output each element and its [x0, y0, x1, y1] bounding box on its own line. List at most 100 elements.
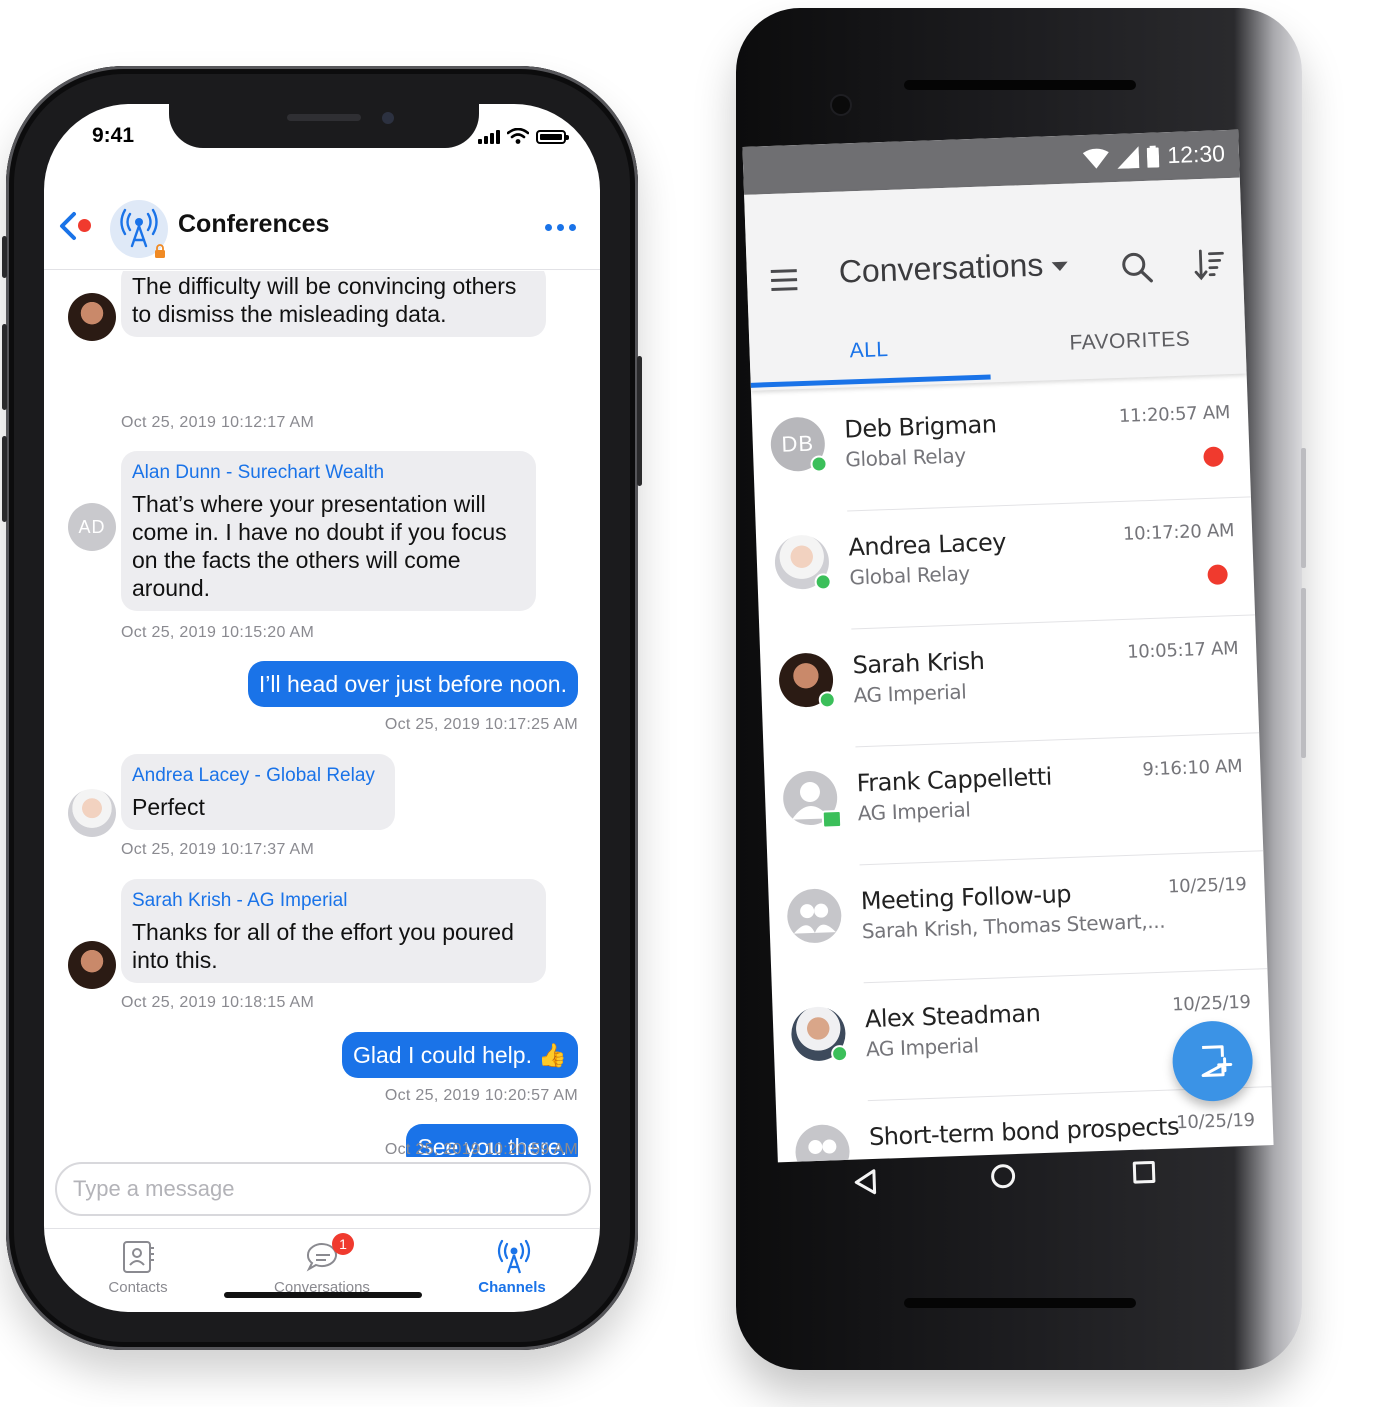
message-bubble-incoming[interactable]: Andrea Lacey - Global Relay Perfect: [121, 754, 395, 830]
sort-icon[interactable]: [1192, 248, 1225, 281]
compose-icon: [1201, 1045, 1233, 1077]
conversation-time: 11:20:57 AM: [1118, 402, 1231, 427]
message-sender: Sarah Krish - AG Imperial: [132, 890, 348, 911]
unread-badge: 1: [332, 1233, 354, 1255]
message-bubble-outgoing[interactable]: I’ll head over just before noon.: [247, 661, 578, 707]
cellular-signal-icon: [478, 130, 500, 144]
conversation-row[interactable]: DB Deb Brigman Global Relay 11:20:57 AM: [751, 380, 1251, 515]
status-icons: [478, 128, 569, 144]
tab-label: Channels: [478, 1279, 546, 1296]
conversation-time: 10:17:20 AM: [1122, 520, 1235, 545]
home-indicator[interactable]: [224, 1292, 422, 1298]
system-nav-bar: [760, 1135, 1258, 1228]
dropdown-caret-icon: [1051, 261, 1068, 272]
message-timestamp: Oct 25, 2019 10:18:15 AM: [121, 994, 315, 1011]
message-timestamp: Oct 25, 2019 10:20:59 AM: [384, 1141, 578, 1158]
bottom-speaker: [904, 1298, 1136, 1308]
group-placeholder-icon: [786, 887, 843, 944]
avatar: AD: [68, 503, 116, 551]
message-text: The difficulty will be convincing others…: [132, 273, 517, 327]
message-bubble-incoming[interactable]: Sarah Krish - AG Imperial Thanks for all…: [121, 879, 546, 983]
tab-contacts[interactable]: Contacts: [68, 1239, 208, 1296]
message-bubble-incoming[interactable]: Alan Dunn - Surechart Wealth That’s wher…: [121, 451, 536, 611]
contact-organization: AG Imperial: [865, 1033, 980, 1062]
avatar: [774, 534, 832, 591]
sms-status-icon: [821, 809, 843, 829]
front-camera: [382, 112, 394, 124]
avatar: DB: [769, 416, 828, 473]
message-timestamp: Oct 25, 2019 10:12:17 AM: [121, 414, 315, 431]
message-bubble-incoming[interactable]: The difficulty will be convincing others…: [121, 271, 546, 337]
status-time: 9:41: [92, 124, 135, 147]
online-status-indicator: [818, 691, 837, 709]
contact-name: Sarah Krish: [852, 646, 985, 680]
message-timestamp: Oct 25, 2019 10:17:25 AM: [384, 716, 578, 733]
android-screen: 12:30 Conversations ALL FAVORITES DB Deb…: [742, 129, 1274, 1163]
conversation-time: 10/25/19: [1167, 873, 1247, 898]
contacts-icon: [120, 1239, 156, 1275]
volume-up-button: [2, 324, 7, 410]
unread-dot: [1203, 446, 1224, 468]
message-bubble-outgoing[interactable]: Glad I could help. 👍: [341, 1032, 578, 1078]
conversations-icon: 1: [304, 1233, 354, 1275]
search-icon[interactable]: [1120, 251, 1153, 284]
back-triangle-icon[interactable]: [853, 1169, 878, 1196]
conversation-time: 10/25/19: [1171, 991, 1251, 1016]
avatar: [778, 652, 837, 709]
conversation-participants: Sarah Krish, Thomas Stewart,...: [861, 908, 1166, 944]
message-text: Perfect: [132, 794, 205, 820]
recents-square-icon[interactable]: [1132, 1160, 1156, 1184]
more-options-icon[interactable]: [545, 224, 576, 231]
conversation-row[interactable]: Frank Cappelletti AG Imperial 9:16:10 AM: [764, 733, 1264, 868]
status-icons: 12:30: [1083, 140, 1225, 172]
front-camera: [832, 96, 850, 114]
contact-organization: Global Relay: [849, 561, 971, 590]
avatar: [782, 770, 843, 829]
message-timestamp: Oct 25, 2019 10:17:37 AM: [121, 841, 315, 858]
status-time: 12:30: [1166, 140, 1226, 169]
hamburger-menu-icon[interactable]: [770, 269, 798, 297]
message-list[interactable]: The difficulty will be convincing others…: [44, 271, 600, 1157]
online-status-indicator: [814, 573, 832, 591]
unread-indicator: [78, 219, 91, 232]
earpiece: [287, 114, 361, 121]
screen-title[interactable]: Conversations: [838, 246, 1068, 291]
tab-channels[interactable]: Channels: [442, 1239, 582, 1296]
message-input[interactable]: Type a message: [55, 1162, 591, 1216]
tab-conversations[interactable]: 1 Conversations: [252, 1233, 392, 1296]
tab-all[interactable]: ALL: [849, 338, 889, 363]
lock-icon: [155, 244, 165, 258]
android-device: 12:30 Conversations ALL FAVORITES DB Deb…: [736, 8, 1306, 1370]
notch: [169, 104, 479, 148]
new-conversation-button[interactable]: [1171, 1019, 1254, 1103]
avatar: [68, 941, 116, 989]
conversation-row[interactable]: Andrea Lacey Global Relay 10:17:20 AM: [755, 497, 1256, 632]
power-button: [637, 356, 642, 486]
iphone-device: 9:41 Conferences The difficulty will be …: [2, 66, 642, 1350]
unread-dot: [1207, 564, 1228, 585]
avatar: [68, 789, 116, 837]
top-speaker: [904, 80, 1136, 90]
mute-switch: [2, 236, 7, 278]
conversation-row[interactable]: Meeting Follow-up Sarah Krish, Thomas St…: [768, 851, 1268, 986]
volume-rocker: [1301, 588, 1306, 758]
contact-organization: Global Relay: [844, 443, 967, 472]
wifi-icon: [507, 128, 529, 144]
contact-organization: AG Imperial: [857, 797, 971, 826]
online-status-indicator: [830, 1044, 849, 1063]
message-text: Thanks for all of the effort you poured …: [132, 919, 514, 973]
tab-bar: Contacts 1 Conversations Channels: [44, 1228, 600, 1312]
conversation-row[interactable]: Sarah Krish AG Imperial 10:05:17 AM: [759, 615, 1260, 750]
tab-label: Contacts: [108, 1279, 168, 1296]
conversation-time: 10/25/19: [1175, 1109, 1256, 1134]
cellular-signal-icon: [1117, 145, 1140, 169]
ios-screen: 9:41 Conferences The difficulty will be …: [44, 104, 600, 1312]
message-sender: Andrea Lacey - Global Relay: [132, 765, 375, 786]
active-tab-indicator: [750, 374, 991, 388]
message-text: That’s where your presentation will come…: [132, 491, 507, 601]
message-timestamp: Oct 25, 2019 10:20:57 AM: [384, 1087, 578, 1104]
contact-organization: AG Imperial: [853, 679, 967, 708]
home-circle-icon[interactable]: [990, 1163, 1016, 1189]
volume-down-button: [2, 436, 7, 522]
tab-favorites[interactable]: FAVORITES: [1069, 327, 1191, 355]
